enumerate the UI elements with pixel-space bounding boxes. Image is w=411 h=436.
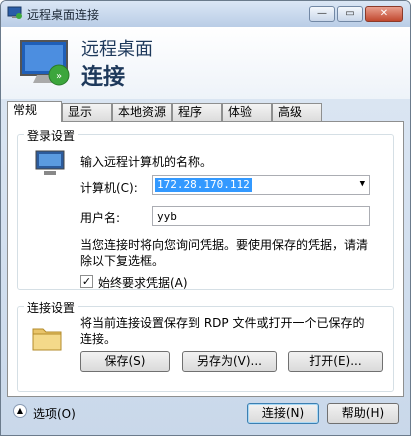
tab-programs[interactable]: 程序	[172, 103, 222, 121]
tab-advanced[interactable]: 高级	[272, 103, 322, 121]
svg-text:»: »	[56, 71, 62, 82]
remote-desktop-window: 远程桌面连接 — ▭ ✕ » 远程桌面 连接 常规 显示 本地资源 程序 体验 …	[0, 0, 411, 436]
maximize-icon: ▭	[345, 8, 355, 19]
tab-general[interactable]: 常规	[7, 101, 62, 122]
minimize-button[interactable]: —	[309, 6, 335, 22]
close-button[interactable]: ✕	[365, 6, 403, 22]
computer-prompt: 输入远程计算机的名称。	[80, 155, 213, 169]
title-bar[interactable]: 远程桌面连接 — ▭ ✕	[1, 1, 410, 27]
options-expand-icon[interactable]: ▲	[13, 404, 27, 418]
connection-settings-legend: 连接设置	[24, 299, 79, 316]
help-button[interactable]: 帮助(H)	[327, 403, 399, 424]
remote-desktop-app-icon	[7, 6, 22, 19]
always-ask-checkbox[interactable]: ✓	[80, 275, 93, 288]
connection-settings-group: 连接设置 将当前连接设置保存到 RDP 文件或打开一个已保存的连接。 保存(S)…	[17, 299, 394, 392]
login-settings-group: 登录设置 输入远程计算机的名称。 计算机(C): 172.28.170.112 …	[17, 127, 394, 291]
computer-icon	[35, 150, 65, 175]
maximize-button[interactable]: ▭	[337, 6, 363, 22]
open-button[interactable]: 打开(E)...	[288, 351, 383, 372]
connect-button[interactable]: 连接(N)	[247, 403, 319, 424]
connection-description: 将当前连接设置保存到 RDP 文件或打开一个已保存的连接。	[80, 316, 365, 346]
tab-experience[interactable]: 体验	[222, 103, 272, 121]
banner: » 远程桌面 连接	[1, 27, 410, 99]
banner-subtitle: 连接	[81, 64, 126, 90]
close-icon: ✕	[379, 8, 389, 19]
options-toggle[interactable]: 选项(O)	[33, 405, 76, 422]
login-settings-legend: 登录设置	[24, 127, 79, 144]
credentials-note: 当您连接时将向您询问凭据。要使用保存的凭据，请清除以下复选框。	[80, 238, 369, 268]
window-title: 远程桌面连接	[27, 8, 100, 22]
username-label: 用户名:	[80, 211, 121, 225]
computer-combo[interactable]: 172.28.170.112 ▼	[152, 175, 370, 195]
tab-display[interactable]: 显示	[62, 103, 112, 121]
username-field[interactable]: yyb	[152, 206, 370, 226]
folder-icon	[32, 328, 62, 351]
minimize-icon: —	[317, 8, 327, 19]
always-ask-label[interactable]: 始终要求凭据(A)	[98, 274, 188, 291]
computer-value: 172.28.170.112	[155, 178, 252, 192]
banner-title: 远程桌面	[81, 39, 153, 60]
chevron-down-icon[interactable]: ▼	[360, 179, 365, 189]
save-as-button[interactable]: 另存为(V)...	[182, 351, 277, 372]
general-tab-panel: 登录设置 输入远程计算机的名称。 计算机(C): 172.28.170.112 …	[7, 121, 404, 397]
monitor-icon: »	[20, 40, 70, 86]
tab-local-resources[interactable]: 本地资源	[112, 103, 172, 121]
computer-label: 计算机(C):	[80, 181, 138, 195]
save-button[interactable]: 保存(S)	[80, 351, 170, 372]
